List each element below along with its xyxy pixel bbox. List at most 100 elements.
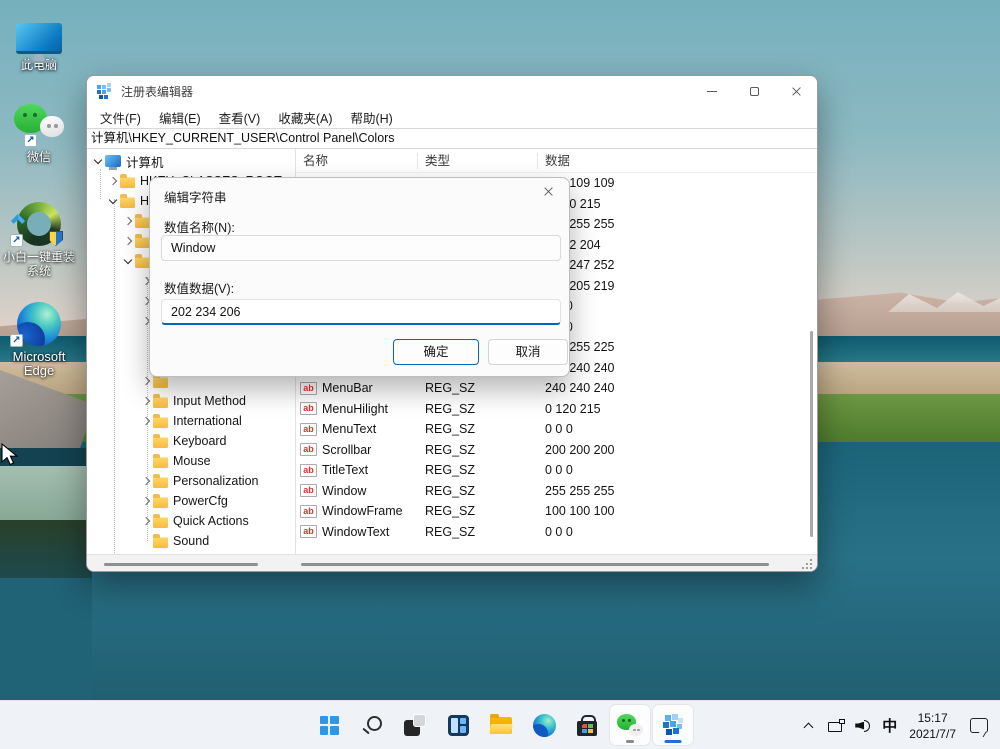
chevron-right-icon[interactable] xyxy=(139,374,153,388)
registry-value-row[interactable]: abScrollbarREG_SZ200 200 200 xyxy=(296,440,817,461)
tree-item[interactable]: Quick Actions xyxy=(87,511,295,531)
registry-value-row[interactable]: abTitleTextREG_SZ0 0 0 xyxy=(296,460,817,481)
cancel-button[interactable]: 取消 xyxy=(488,339,568,365)
list-header: 名称 类型 数据 xyxy=(296,149,817,173)
value-name: Scrollbar xyxy=(322,443,371,457)
chevron-down-icon[interactable] xyxy=(121,254,135,268)
reg-sz-icon: ab xyxy=(300,443,317,456)
desktop-icon-xiaobai[interactable]: ↗ 小白一键重装 系统 xyxy=(2,196,76,278)
chevron-right-icon[interactable] xyxy=(139,394,153,408)
desktop-icon-this-pc[interactable]: 此电脑 xyxy=(2,8,76,72)
tree-item[interactable]: Personalization xyxy=(87,471,295,491)
value-type: REG_SZ xyxy=(418,484,538,498)
chevron-right-icon[interactable] xyxy=(106,174,120,188)
chevron-right-icon[interactable] xyxy=(139,494,153,508)
maximize-button[interactable] xyxy=(733,77,775,106)
tree-item[interactable]: Keyboard xyxy=(87,431,295,451)
tree-item[interactable]: PowerCfg xyxy=(87,491,295,511)
reg-sz-icon: ab xyxy=(300,464,317,477)
menu-view[interactable]: 查看(V) xyxy=(210,108,270,127)
folder-icon xyxy=(153,397,168,408)
store-button[interactable] xyxy=(567,705,607,745)
value-name: MenuHilight xyxy=(322,402,388,416)
column-header-data[interactable]: 数据 xyxy=(538,153,817,169)
status-bar xyxy=(87,554,817,572)
chevron-right-icon[interactable] xyxy=(121,214,135,228)
value-name: WindowFrame xyxy=(322,504,403,518)
task-view-button[interactable] xyxy=(395,705,435,745)
desktop: 此电脑 ↗ 微信 ↗ 小白一键重装 系统 ↗ Microsoft Edge xyxy=(0,0,1000,749)
registry-value-row[interactable]: abWindowTextREG_SZ0 0 0 xyxy=(296,522,817,543)
value-type: REG_SZ xyxy=(418,443,538,457)
menu-help[interactable]: 帮助(H) xyxy=(341,108,401,127)
ok-button[interactable]: 确定 xyxy=(393,339,479,365)
minimize-button[interactable] xyxy=(691,77,733,106)
menu-edit[interactable]: 编辑(E) xyxy=(150,108,210,127)
desktop-icon-edge[interactable]: ↗ Microsoft Edge xyxy=(2,296,76,378)
value-data: 0 102 204 xyxy=(538,238,817,252)
registry-value-row[interactable]: abWindowREG_SZ255 255 255 xyxy=(296,481,817,502)
dialog-close-button[interactable] xyxy=(543,186,557,200)
address-bar[interactable]: 计算机\HKEY_CURRENT_USER\Control Panel\Colo… xyxy=(87,128,817,149)
wallpaper-left-water xyxy=(0,578,92,700)
chevron-right-icon[interactable] xyxy=(139,474,153,488)
close-button[interactable] xyxy=(775,77,817,106)
value-data: 240 240 240 xyxy=(538,381,817,395)
edge-button[interactable] xyxy=(524,705,564,745)
value-name: Window xyxy=(322,484,366,498)
folder-icon xyxy=(135,257,150,268)
title-bar[interactable]: 注册表编辑器 xyxy=(87,76,817,106)
value-name-field[interactable]: Window xyxy=(161,235,561,261)
value-type: REG_SZ xyxy=(418,463,538,477)
column-header-name[interactable]: 名称 xyxy=(296,153,418,169)
ime-indicator[interactable]: 中 xyxy=(882,715,897,736)
value-type: REG_SZ xyxy=(418,422,538,436)
tree-item[interactable]: International xyxy=(87,411,295,431)
chevron-right-icon[interactable] xyxy=(139,514,153,528)
active-indicator xyxy=(665,740,682,743)
chevron-down-icon[interactable] xyxy=(91,154,105,168)
registry-value-row[interactable]: abWindowFrameREG_SZ100 100 100 xyxy=(296,501,817,522)
notification-center-icon[interactable] xyxy=(970,718,988,733)
tray-chevron-up-icon[interactable] xyxy=(804,721,814,731)
wechat-taskbar-button[interactable] xyxy=(610,705,650,745)
widgets-button[interactable] xyxy=(438,705,478,745)
tree-hscrollbar-thumb[interactable] xyxy=(104,563,258,566)
registry-value-row[interactable]: abMenuHilightREG_SZ0 120 215 xyxy=(296,399,817,420)
tree-guide xyxy=(100,169,101,199)
folder-icon xyxy=(135,217,150,228)
search-button[interactable] xyxy=(352,705,392,745)
chevron-down-icon[interactable] xyxy=(106,194,120,208)
tree-item[interactable]: Input Method xyxy=(87,391,295,411)
computer-icon xyxy=(105,155,121,167)
chevron-right-icon[interactable] xyxy=(139,414,153,428)
start-button[interactable] xyxy=(309,705,349,745)
taskbar-clock[interactable]: 15:17 2021/7/7 xyxy=(909,710,956,742)
desktop-icon-wechat[interactable]: ↗ 微信 xyxy=(2,100,76,164)
column-header-type[interactable]: 类型 xyxy=(418,153,538,169)
network-icon[interactable] xyxy=(828,719,845,732)
regedit-app-icon xyxy=(97,83,113,99)
tree-item[interactable]: Mouse xyxy=(87,451,295,471)
value-data: 0 0 0 xyxy=(538,320,817,334)
vertical-scrollbar-thumb[interactable] xyxy=(810,331,813,537)
registry-value-row[interactable]: abMenuTextREG_SZ0 0 0 xyxy=(296,419,817,440)
menu-favorites[interactable]: 收藏夹(A) xyxy=(269,108,341,127)
icon-label-line2: 系统 xyxy=(27,264,51,278)
widgets-icon xyxy=(448,715,469,736)
chevron-right-icon[interactable] xyxy=(121,234,135,248)
registry-value-row[interactable]: abMenuBarREG_SZ240 240 240 xyxy=(296,378,817,399)
tree-item[interactable]: 计算机 xyxy=(87,151,295,171)
shortcut-arrow-icon: ↗ xyxy=(10,234,23,247)
icon-label-line1: 小白一键重装 xyxy=(3,250,75,264)
resize-grip[interactable] xyxy=(802,559,812,569)
tree-item-label: PowerCfg xyxy=(173,494,228,508)
menu-bar: 文件(F) 编辑(E) 查看(V) 收藏夹(A) 帮助(H) xyxy=(87,106,817,128)
list-hscrollbar-thumb[interactable] xyxy=(301,563,769,566)
regedit-taskbar-button[interactable] xyxy=(653,705,693,745)
value-data-field[interactable]: 202 234 206 xyxy=(161,299,561,325)
menu-file[interactable]: 文件(F) xyxy=(91,108,150,127)
volume-icon[interactable] xyxy=(855,719,872,733)
file-explorer-button[interactable] xyxy=(481,705,521,745)
tree-item[interactable]: Sound xyxy=(87,531,295,551)
